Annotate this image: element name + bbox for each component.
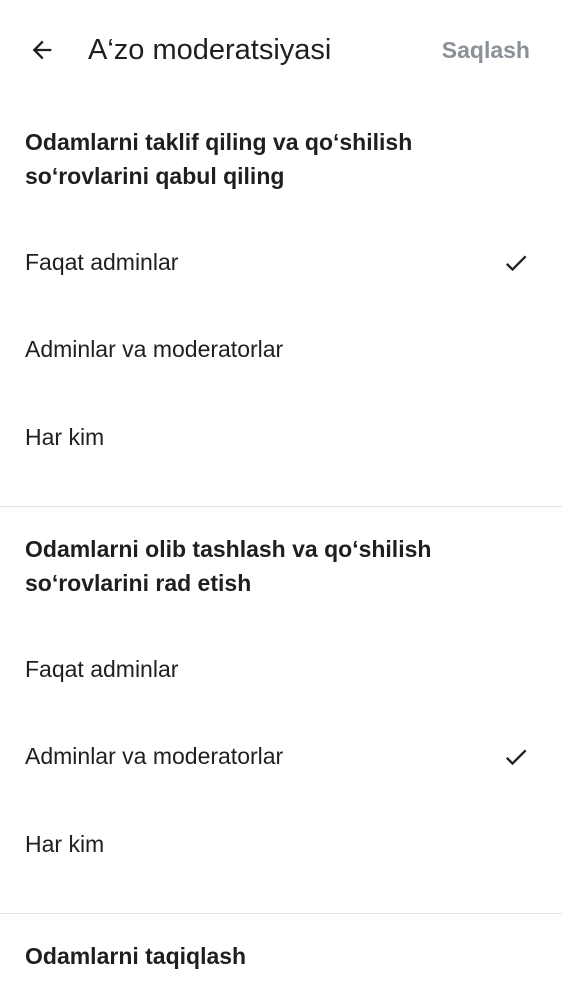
option-admins-and-moderators[interactable]: Adminlar va moderatorlar [0, 306, 562, 393]
option-everyone[interactable]: Har kim [0, 801, 562, 888]
section-divider [0, 913, 562, 914]
save-button[interactable]: Saqlash [442, 30, 530, 70]
page-title: A‘zo moderatsiyasi [88, 34, 332, 66]
option-label: Adminlar va moderatorlar [25, 743, 284, 769]
check-icon [505, 749, 527, 766]
back-button[interactable] [22, 30, 62, 70]
section-divider [0, 506, 562, 507]
option-label: Har kim [25, 831, 105, 857]
option-only-admins[interactable]: Faqat adminlar [0, 219, 562, 306]
section-title: Odamlarni olib tashlash va qo‘shilish so… [25, 536, 432, 596]
option-label: Faqat adminlar [25, 656, 179, 682]
option-only-admins[interactable]: Faqat adminlar [0, 626, 562, 713]
section-title: Odamlarni taklif qiling va qo‘shilish so… [25, 129, 413, 189]
check-icon [505, 255, 527, 272]
option-everyone[interactable]: Har kim [0, 394, 562, 481]
section-title: Odamlarni taqiqlash [25, 943, 247, 969]
option-label: Har kim [25, 424, 105, 450]
option-admins-and-moderators[interactable]: Adminlar va moderatorlar [0, 713, 562, 800]
top-app-bar: A‘zo moderatsiyasi Saqlash [0, 0, 562, 100]
option-label: Faqat adminlar [25, 249, 179, 275]
arrow-left-icon [32, 40, 52, 60]
option-label: Adminlar va moderatorlar [25, 336, 284, 362]
